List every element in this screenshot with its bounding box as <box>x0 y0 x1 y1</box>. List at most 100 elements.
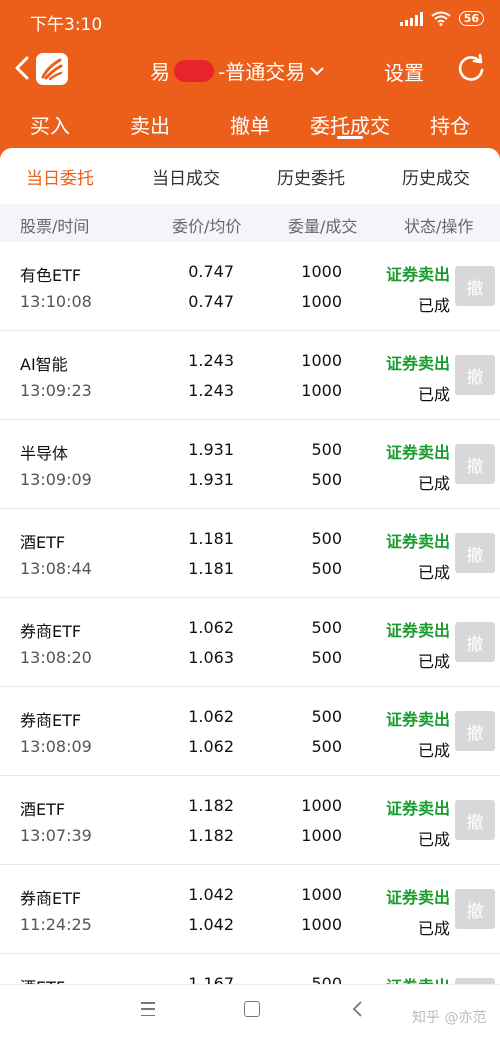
subtab-today-orders[interactable]: 当日委托 <box>26 164 94 189</box>
order-row[interactable]: 券商ETF 11:24:25 1.042 1.042 1000 1000 证券卖出 已成撤 <box>0 865 500 954</box>
tab-indicator <box>337 136 363 139</box>
order-status: 已成 <box>417 296 450 315</box>
subtab-today-trades[interactable]: 当日成交 <box>152 164 220 189</box>
cancel-order-button[interactable]: 撤 <box>455 800 495 840</box>
order-price: 1.167 <box>188 974 234 984</box>
chevron-down-icon <box>310 66 324 75</box>
cancel-order-button[interactable]: 撤 <box>455 266 495 306</box>
tab-buy[interactable]: 买入 <box>30 110 70 139</box>
stock-name: AI智能 <box>20 355 68 374</box>
account-selector[interactable]: 易 -普通交易 <box>150 56 325 85</box>
order-status: 已成 <box>417 652 450 671</box>
order-action: 证券卖出 <box>385 354 450 373</box>
order-quantity: 500 <box>311 440 342 459</box>
col-stock-time: 股票/时间 <box>20 217 90 236</box>
order-time: 13:07:39 <box>20 826 92 845</box>
order-row[interactable]: 酒ETF 13:08:44 1.181 1.181 500 500 证券卖出 已成撤 <box>0 509 500 598</box>
stock-name: 半导体 <box>20 444 69 463</box>
battery-icon: 56 <box>458 11 484 26</box>
order-status: 已成 <box>417 830 450 849</box>
order-time: 13:08:09 <box>20 737 92 756</box>
cancel-order-button[interactable]: 撤 <box>455 444 495 484</box>
order-action: 证券卖出 <box>386 973 450 984</box>
order-price: 1.931 <box>188 440 234 459</box>
average-price: 1.182 <box>188 826 234 845</box>
order-quantity: 1000 <box>301 796 342 815</box>
trade-tabs: 买入 卖出 撤单 委托成交 持仓 <box>0 98 500 148</box>
order-quantity: 1000 <box>301 885 342 904</box>
back-icon[interactable] <box>10 54 34 82</box>
order-status: 已成 <box>417 741 450 760</box>
subtab-history-trades[interactable]: 历史成交 <box>402 164 470 189</box>
filled-quantity: 1000 <box>301 826 342 845</box>
order-row[interactable]: 半导体 13:09:09 1.931 1.931 500 500 证券卖出 已成撤 <box>0 420 500 509</box>
table-header: 股票/时间 委价/均价 委量/成交 状态/操作 <box>0 204 500 242</box>
tab-cancel[interactable]: 撤单 <box>230 110 270 139</box>
cancel-order-button[interactable]: 撤 <box>455 355 495 395</box>
order-price: 1.062 <box>188 618 234 637</box>
app-header: 下午3:10 56 易 -普通交易 设置 买入 卖出 撤单 委托成交 持仓 <box>0 0 500 160</box>
filled-quantity: 500 <box>311 559 342 578</box>
nav-bar: 易 -普通交易 设置 <box>0 42 500 98</box>
order-action: 证券卖出 <box>385 621 450 640</box>
order-price: 0.747 <box>188 262 234 281</box>
cancel-order-button[interactable]: 撤 <box>455 622 495 662</box>
order-row[interactable]: 券商ETF 13:08:20 1.062 1.063 500 500 证券卖出 已成撤 <box>0 598 500 687</box>
order-quantity: 500 <box>311 974 342 984</box>
stock-name: 酒ETF <box>20 974 65 984</box>
col-price-avg: 委价/均价 <box>172 217 242 236</box>
tab-positions[interactable]: 持仓 <box>430 110 470 139</box>
content-panel: 当日委托 当日成交 历史委托 历史成交 股票/时间 委价/均价 委量/成交 状态… <box>0 148 500 984</box>
home-icon[interactable] <box>244 1001 260 1017</box>
menu-icon[interactable] <box>141 1002 155 1016</box>
stock-name: 券商ETF <box>20 889 82 908</box>
order-status: 已成 <box>417 385 450 404</box>
refresh-icon[interactable] <box>456 53 486 83</box>
order-row[interactable]: AI智能 13:09:23 1.243 1.243 1000 1000 证券卖出 已成撤 <box>0 331 500 420</box>
filled-quantity: 500 <box>311 737 342 756</box>
order-price: 1.182 <box>188 796 234 815</box>
order-price: 1.062 <box>188 707 234 726</box>
tab-sell[interactable]: 卖出 <box>130 110 170 139</box>
stock-name: 酒ETF <box>20 533 66 552</box>
filled-quantity: 1000 <box>301 381 342 400</box>
order-quantity: 500 <box>311 618 342 637</box>
app-logo <box>36 53 68 85</box>
filled-quantity: 1000 <box>301 915 342 934</box>
order-quantity: 1000 <box>301 351 342 370</box>
order-status: 已成 <box>417 474 450 493</box>
order-time: 13:09:23 <box>20 381 92 400</box>
order-time: 11:24:25 <box>20 915 92 934</box>
stock-name: 券商ETF <box>20 622 82 641</box>
order-row[interactable]: 酒ETF1.167500证券卖出撤 <box>0 954 500 984</box>
tab-orders-trades[interactable]: 委托成交 <box>310 110 390 139</box>
orders-list: 有色ETF 13:10:08 0.747 0.747 1000 1000 证券卖出 已成撤 AI… <box>0 242 500 984</box>
title-suffix: -普通交易 <box>218 60 306 84</box>
average-price: 0.747 <box>188 292 234 311</box>
order-row[interactable]: 有色ETF 13:10:08 0.747 0.747 1000 1000 证券卖出 已成撤 <box>0 242 500 331</box>
subtab-history-orders[interactable]: 历史委托 <box>277 164 345 189</box>
order-action: 证券卖出 <box>385 710 450 729</box>
settings-button[interactable]: 设置 <box>384 57 424 86</box>
order-time: 13:10:08 <box>20 292 92 311</box>
order-time: 13:08:20 <box>20 648 92 667</box>
order-row[interactable]: 酒ETF 13:07:39 1.182 1.182 1000 1000 证券卖出 已成撤 <box>0 776 500 865</box>
cancel-order-button[interactable]: 撤 <box>455 889 495 929</box>
order-row[interactable]: 券商ETF 13:08:09 1.062 1.062 500 500 证券卖出 已成撤 <box>0 687 500 776</box>
filled-quantity: 1000 <box>301 292 342 311</box>
average-price: 1.063 <box>188 648 234 667</box>
watermark: 知乎 @亦范 <box>412 1010 487 1026</box>
col-status-action: 状态/操作 <box>404 217 474 236</box>
wifi-icon <box>431 11 451 26</box>
cancel-order-button[interactable]: 撤 <box>455 533 495 573</box>
signal-icon <box>399 11 423 26</box>
cancel-order-button[interactable]: 撤 <box>455 711 495 751</box>
order-price: 1.181 <box>188 529 234 548</box>
status-bar: 下午3:10 56 <box>0 0 500 42</box>
average-price: 1.062 <box>188 737 234 756</box>
col-qty-filled: 委量/成交 <box>288 217 358 236</box>
title-prefix: 易 <box>150 60 170 84</box>
status-icons: 56 <box>399 11 484 26</box>
order-price: 1.243 <box>188 351 234 370</box>
nav-back-icon[interactable] <box>350 1000 364 1018</box>
